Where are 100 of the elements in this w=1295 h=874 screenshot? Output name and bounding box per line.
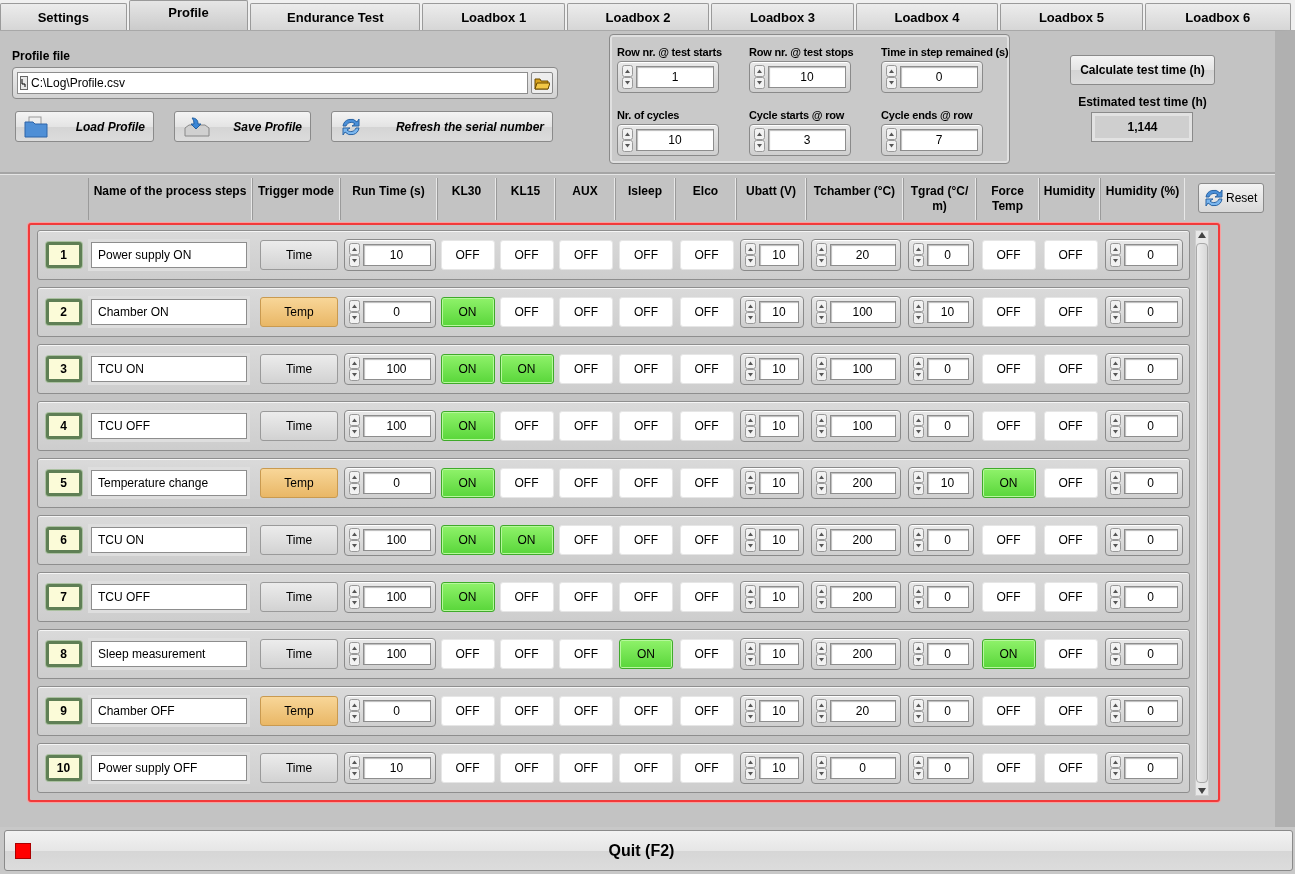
spinner-icon[interactable] [745, 357, 756, 381]
spinner-icon[interactable] [912, 357, 924, 381]
trigger-button[interactable]: Time [260, 582, 338, 612]
toggle-button[interactable]: OFF [499, 297, 554, 327]
toggle-button[interactable]: ON [440, 297, 495, 327]
toggle-button[interactable]: OFF [499, 240, 554, 270]
spinner-icon[interactable] [815, 414, 827, 438]
numeric-control[interactable]: 10 [740, 581, 804, 613]
numeric-control[interactable]: 10 [907, 467, 974, 499]
toggle-button[interactable]: OFF [679, 639, 734, 669]
toggle-button[interactable]: OFF [559, 411, 613, 441]
action-button[interactable]: Save Profile [174, 111, 311, 142]
toggle-button[interactable]: OFF [981, 582, 1036, 612]
numeric-control[interactable]: 0 [1104, 695, 1183, 727]
trigger-button[interactable]: Time [260, 639, 338, 669]
numeric-control[interactable]: 10 [740, 752, 804, 784]
toggle-button[interactable]: OFF [440, 696, 495, 726]
spinner-icon[interactable] [348, 357, 360, 381]
toggle-button[interactable]: OFF [679, 411, 734, 441]
numeric-control[interactable]: 0 [907, 638, 974, 670]
text-field[interactable]: Power supply OFF [91, 755, 247, 781]
text-field[interactable]: Power supply ON [91, 242, 247, 268]
numeric-control[interactable]: 0 [1104, 296, 1183, 328]
numeric-control[interactable]: 10 [749, 61, 851, 93]
spinner-icon[interactable] [815, 243, 827, 267]
numeric-control[interactable]: 10 [343, 239, 436, 271]
spinner-icon[interactable] [745, 414, 756, 438]
spinner-icon[interactable] [745, 699, 756, 723]
toggle-button[interactable]: OFF [619, 582, 673, 612]
toggle-button[interactable]: ON [440, 411, 495, 441]
spinner-icon[interactable] [912, 699, 924, 723]
tab[interactable]: Loadbox 3 [711, 3, 854, 30]
action-button[interactable]: Load Profile [15, 111, 154, 142]
toggle-button[interactable]: OFF [679, 525, 734, 555]
toggle-button[interactable]: OFF [679, 753, 734, 783]
toggle-button[interactable]: ON [619, 639, 673, 669]
toggle-button[interactable]: OFF [679, 468, 734, 498]
toggle-button[interactable]: OFF [619, 525, 673, 555]
toggle-button[interactable]: OFF [1043, 468, 1098, 498]
numeric-control[interactable]: 0 [1104, 581, 1183, 613]
numeric-control[interactable]: 0 [1104, 467, 1183, 499]
trigger-button[interactable]: Temp [260, 297, 338, 327]
toggle-button[interactable]: OFF [499, 696, 554, 726]
numeric-control[interactable]: 10 [740, 353, 804, 385]
numeric-control[interactable]: 100 [810, 410, 901, 442]
browse-button[interactable] [531, 72, 553, 94]
spinner-icon[interactable] [348, 243, 360, 267]
numeric-control[interactable]: 100 [343, 524, 436, 556]
trigger-button[interactable]: Temp [260, 468, 338, 498]
action-button[interactable]: Refresh the serial number [331, 111, 553, 142]
spinner-icon[interactable] [622, 127, 633, 152]
toggle-button[interactable]: OFF [981, 753, 1036, 783]
text-field[interactable]: TCU OFF [91, 584, 247, 610]
toggle-button[interactable]: OFF [1043, 354, 1098, 384]
spinner-icon[interactable] [815, 357, 827, 381]
numeric-control[interactable]: 100 [343, 353, 436, 385]
numeric-control[interactable]: 10 [740, 524, 804, 556]
spinner-icon[interactable] [1109, 243, 1121, 267]
tab[interactable]: Endurance Test [250, 3, 421, 30]
tab[interactable]: Loadbox 5 [1000, 3, 1143, 30]
toggle-button[interactable]: OFF [1043, 411, 1098, 441]
spinner-icon[interactable] [912, 642, 924, 666]
numeric-control[interactable]: 100 [343, 581, 436, 613]
numeric-control[interactable]: 10 [740, 695, 804, 727]
numeric-control[interactable]: 100 [343, 638, 436, 670]
spinner-icon[interactable] [912, 756, 924, 780]
numeric-control[interactable]: 200 [810, 524, 901, 556]
spinner-icon[interactable] [745, 471, 756, 495]
numeric-control[interactable]: 7 [881, 123, 983, 156]
spinner-icon[interactable] [912, 243, 924, 267]
spinner-icon[interactable] [912, 300, 924, 324]
tab[interactable]: Profile [128, 0, 249, 30]
tab[interactable]: Loadbox 6 [1144, 3, 1291, 30]
toggle-button[interactable]: OFF [440, 639, 495, 669]
toggle-button[interactable]: OFF [499, 468, 554, 498]
toggle-button[interactable]: OFF [1043, 582, 1098, 612]
numeric-control[interactable]: 0 [1104, 752, 1183, 784]
numeric-control[interactable]: 10 [617, 123, 719, 156]
spinner-icon[interactable] [886, 65, 897, 89]
numeric-control[interactable]: 0 [1104, 638, 1183, 670]
text-field[interactable]: Sleep measurement [91, 641, 247, 667]
toggle-button[interactable]: OFF [559, 240, 613, 270]
toggle-button[interactable]: ON [440, 582, 495, 612]
trigger-button[interactable]: Time [260, 411, 338, 441]
toggle-button[interactable]: OFF [619, 468, 673, 498]
spinner-icon[interactable] [1109, 642, 1121, 666]
toggle-button[interactable]: OFF [981, 354, 1036, 384]
toggle-button[interactable]: OFF [1043, 696, 1098, 726]
spinner-icon[interactable] [815, 756, 827, 780]
toggle-button[interactable]: ON [440, 525, 495, 555]
spinner-icon[interactable] [745, 642, 756, 666]
spinner-icon[interactable] [754, 127, 765, 152]
text-field[interactable]: Temperature change [91, 470, 247, 496]
spinner-icon[interactable] [348, 585, 360, 609]
tab[interactable]: Loadbox 2 [566, 3, 710, 30]
toggle-button[interactable]: ON [440, 354, 495, 384]
numeric-control[interactable]: 100 [343, 410, 436, 442]
spinner-icon[interactable] [348, 642, 360, 666]
tab[interactable]: Settings [0, 3, 127, 30]
numeric-control[interactable]: 10 [740, 296, 804, 328]
